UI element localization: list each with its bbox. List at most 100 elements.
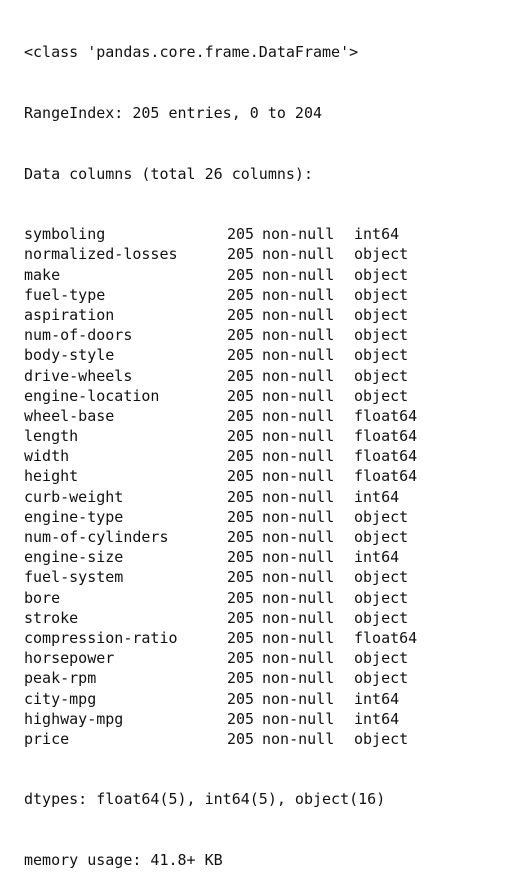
column-name: engine-size <box>24 548 124 567</box>
column-name: num-of-cylinders <box>24 528 169 546</box>
column-nonnull: non-null <box>262 487 335 506</box>
column-row: curb-weight 205 non-null int64 <box>24 487 519 507</box>
column-nonnull: non-null <box>262 528 335 546</box>
column-row: compression-ratio 205 non-null float64 <box>24 628 519 648</box>
column-dtype: float64 <box>354 447 418 466</box>
column-name: highway-mpg <box>24 709 124 728</box>
column-name: normalized-losses <box>24 245 178 264</box>
column-count: 205 <box>227 568 255 587</box>
column-row: city-mpg 205 non-null int64 <box>24 689 519 709</box>
column-dtype: object <box>354 326 409 345</box>
column-count: 205 <box>227 729 255 748</box>
column-count: 205 <box>227 507 255 526</box>
memory-usage-line: memory usage: 41.8+ KB <box>24 851 223 870</box>
column-name: make <box>24 265 61 284</box>
column-nonnull: non-null <box>262 225 335 244</box>
column-name: width <box>24 447 70 466</box>
column-row: aspiration 205 non-null object <box>24 305 519 325</box>
column-row: engine-location 205 non-null object <box>24 386 519 406</box>
column-row: make 205 non-null object <box>24 265 519 285</box>
column-row: stroke 205 non-null object <box>24 608 519 628</box>
column-nonnull: non-null <box>262 568 335 587</box>
column-count: 205 <box>227 669 255 688</box>
column-row: highway-mpg 205 non-null int64 <box>24 709 519 729</box>
column-dtype: float64 <box>354 427 418 446</box>
column-dtype: object <box>354 507 409 526</box>
column-count: 205 <box>227 649 255 668</box>
column-name: curb-weight <box>24 487 124 506</box>
column-dtype: object <box>354 366 409 385</box>
column-name: engine-type <box>24 507 124 526</box>
column-count: 205 <box>227 528 255 546</box>
column-nonnull: non-null <box>262 265 335 284</box>
column-name: bore <box>24 588 61 607</box>
column-dtype: object <box>354 729 409 748</box>
column-name: body-style <box>24 346 115 365</box>
column-name: peak-rpm <box>24 669 97 688</box>
column-row: length 205 non-null float64 <box>24 426 519 446</box>
column-nonnull: non-null <box>262 669 335 688</box>
column-count: 205 <box>227 346 255 365</box>
column-row: normalized-losses 205 non-null object <box>24 244 519 264</box>
column-dtype: float64 <box>354 467 418 486</box>
column-nonnull: non-null <box>262 608 335 627</box>
column-row: engine-size 205 non-null int64 <box>24 547 519 567</box>
column-dtype: object <box>354 265 409 284</box>
column-count: 205 <box>227 326 255 345</box>
column-name: fuel-system <box>24 568 124 587</box>
column-count: 205 <box>227 285 255 304</box>
column-nonnull: non-null <box>262 709 335 728</box>
column-count: 205 <box>227 366 255 385</box>
column-count: 205 <box>227 628 255 647</box>
column-name: fuel-type <box>24 285 106 304</box>
column-dtype: int64 <box>354 548 400 567</box>
column-dtype: int64 <box>354 487 400 506</box>
column-row: horsepower 205 non-null object <box>24 648 519 668</box>
column-count: 205 <box>227 447 255 466</box>
column-name: length <box>24 427 79 446</box>
column-nonnull: non-null <box>262 386 335 405</box>
column-row: engine-type 205 non-null object <box>24 507 519 527</box>
column-nonnull: non-null <box>262 406 335 425</box>
column-row: height 205 non-null float64 <box>24 466 519 486</box>
column-count: 205 <box>227 548 255 567</box>
column-nonnull: non-null <box>262 427 335 446</box>
column-count: 205 <box>227 245 255 264</box>
column-nonnull: non-null <box>262 649 335 668</box>
data-columns-line: Data columns (total 26 columns): <box>24 164 313 183</box>
column-dtype: float64 <box>354 406 418 425</box>
column-count: 205 <box>227 406 255 425</box>
column-count: 205 <box>227 225 255 244</box>
column-name: symboling <box>24 225 106 244</box>
column-row: fuel-type 205 non-null object <box>24 285 519 305</box>
column-dtype: object <box>354 528 409 546</box>
dtypes-line: dtypes: float64(5), int64(5), object(16) <box>24 790 386 809</box>
column-count: 205 <box>227 305 255 324</box>
column-nonnull: non-null <box>262 467 335 486</box>
column-dtype: int64 <box>354 709 400 728</box>
dataframe-info-output: <class 'pandas.core.frame.DataFrame'> Ra… <box>24 2 519 890</box>
column-name: city-mpg <box>24 689 97 708</box>
column-nonnull: non-null <box>262 285 335 304</box>
column-row: body-style 205 non-null object <box>24 345 519 365</box>
column-name: engine-location <box>24 386 160 405</box>
column-count: 205 <box>227 427 255 446</box>
column-row: drive-wheels 205 non-null object <box>24 366 519 386</box>
column-name: price <box>24 729 70 748</box>
column-nonnull: non-null <box>262 447 335 466</box>
column-dtype: object <box>354 305 409 324</box>
column-name: drive-wheels <box>24 366 133 385</box>
column-nonnull: non-null <box>262 689 335 708</box>
column-count: 205 <box>227 608 255 627</box>
column-nonnull: non-null <box>262 245 335 264</box>
column-count: 205 <box>227 588 255 607</box>
column-dtype: int64 <box>354 689 400 708</box>
column-dtype: object <box>354 608 409 627</box>
column-nonnull: non-null <box>262 628 335 647</box>
column-name: num-of-doors <box>24 326 133 345</box>
class-line: <class 'pandas.core.frame.DataFrame'> <box>24 43 359 62</box>
column-nonnull: non-null <box>262 729 335 748</box>
column-row: num-of-doors 205 non-null object <box>24 325 519 345</box>
column-count: 205 <box>227 265 255 284</box>
column-count: 205 <box>227 386 255 405</box>
